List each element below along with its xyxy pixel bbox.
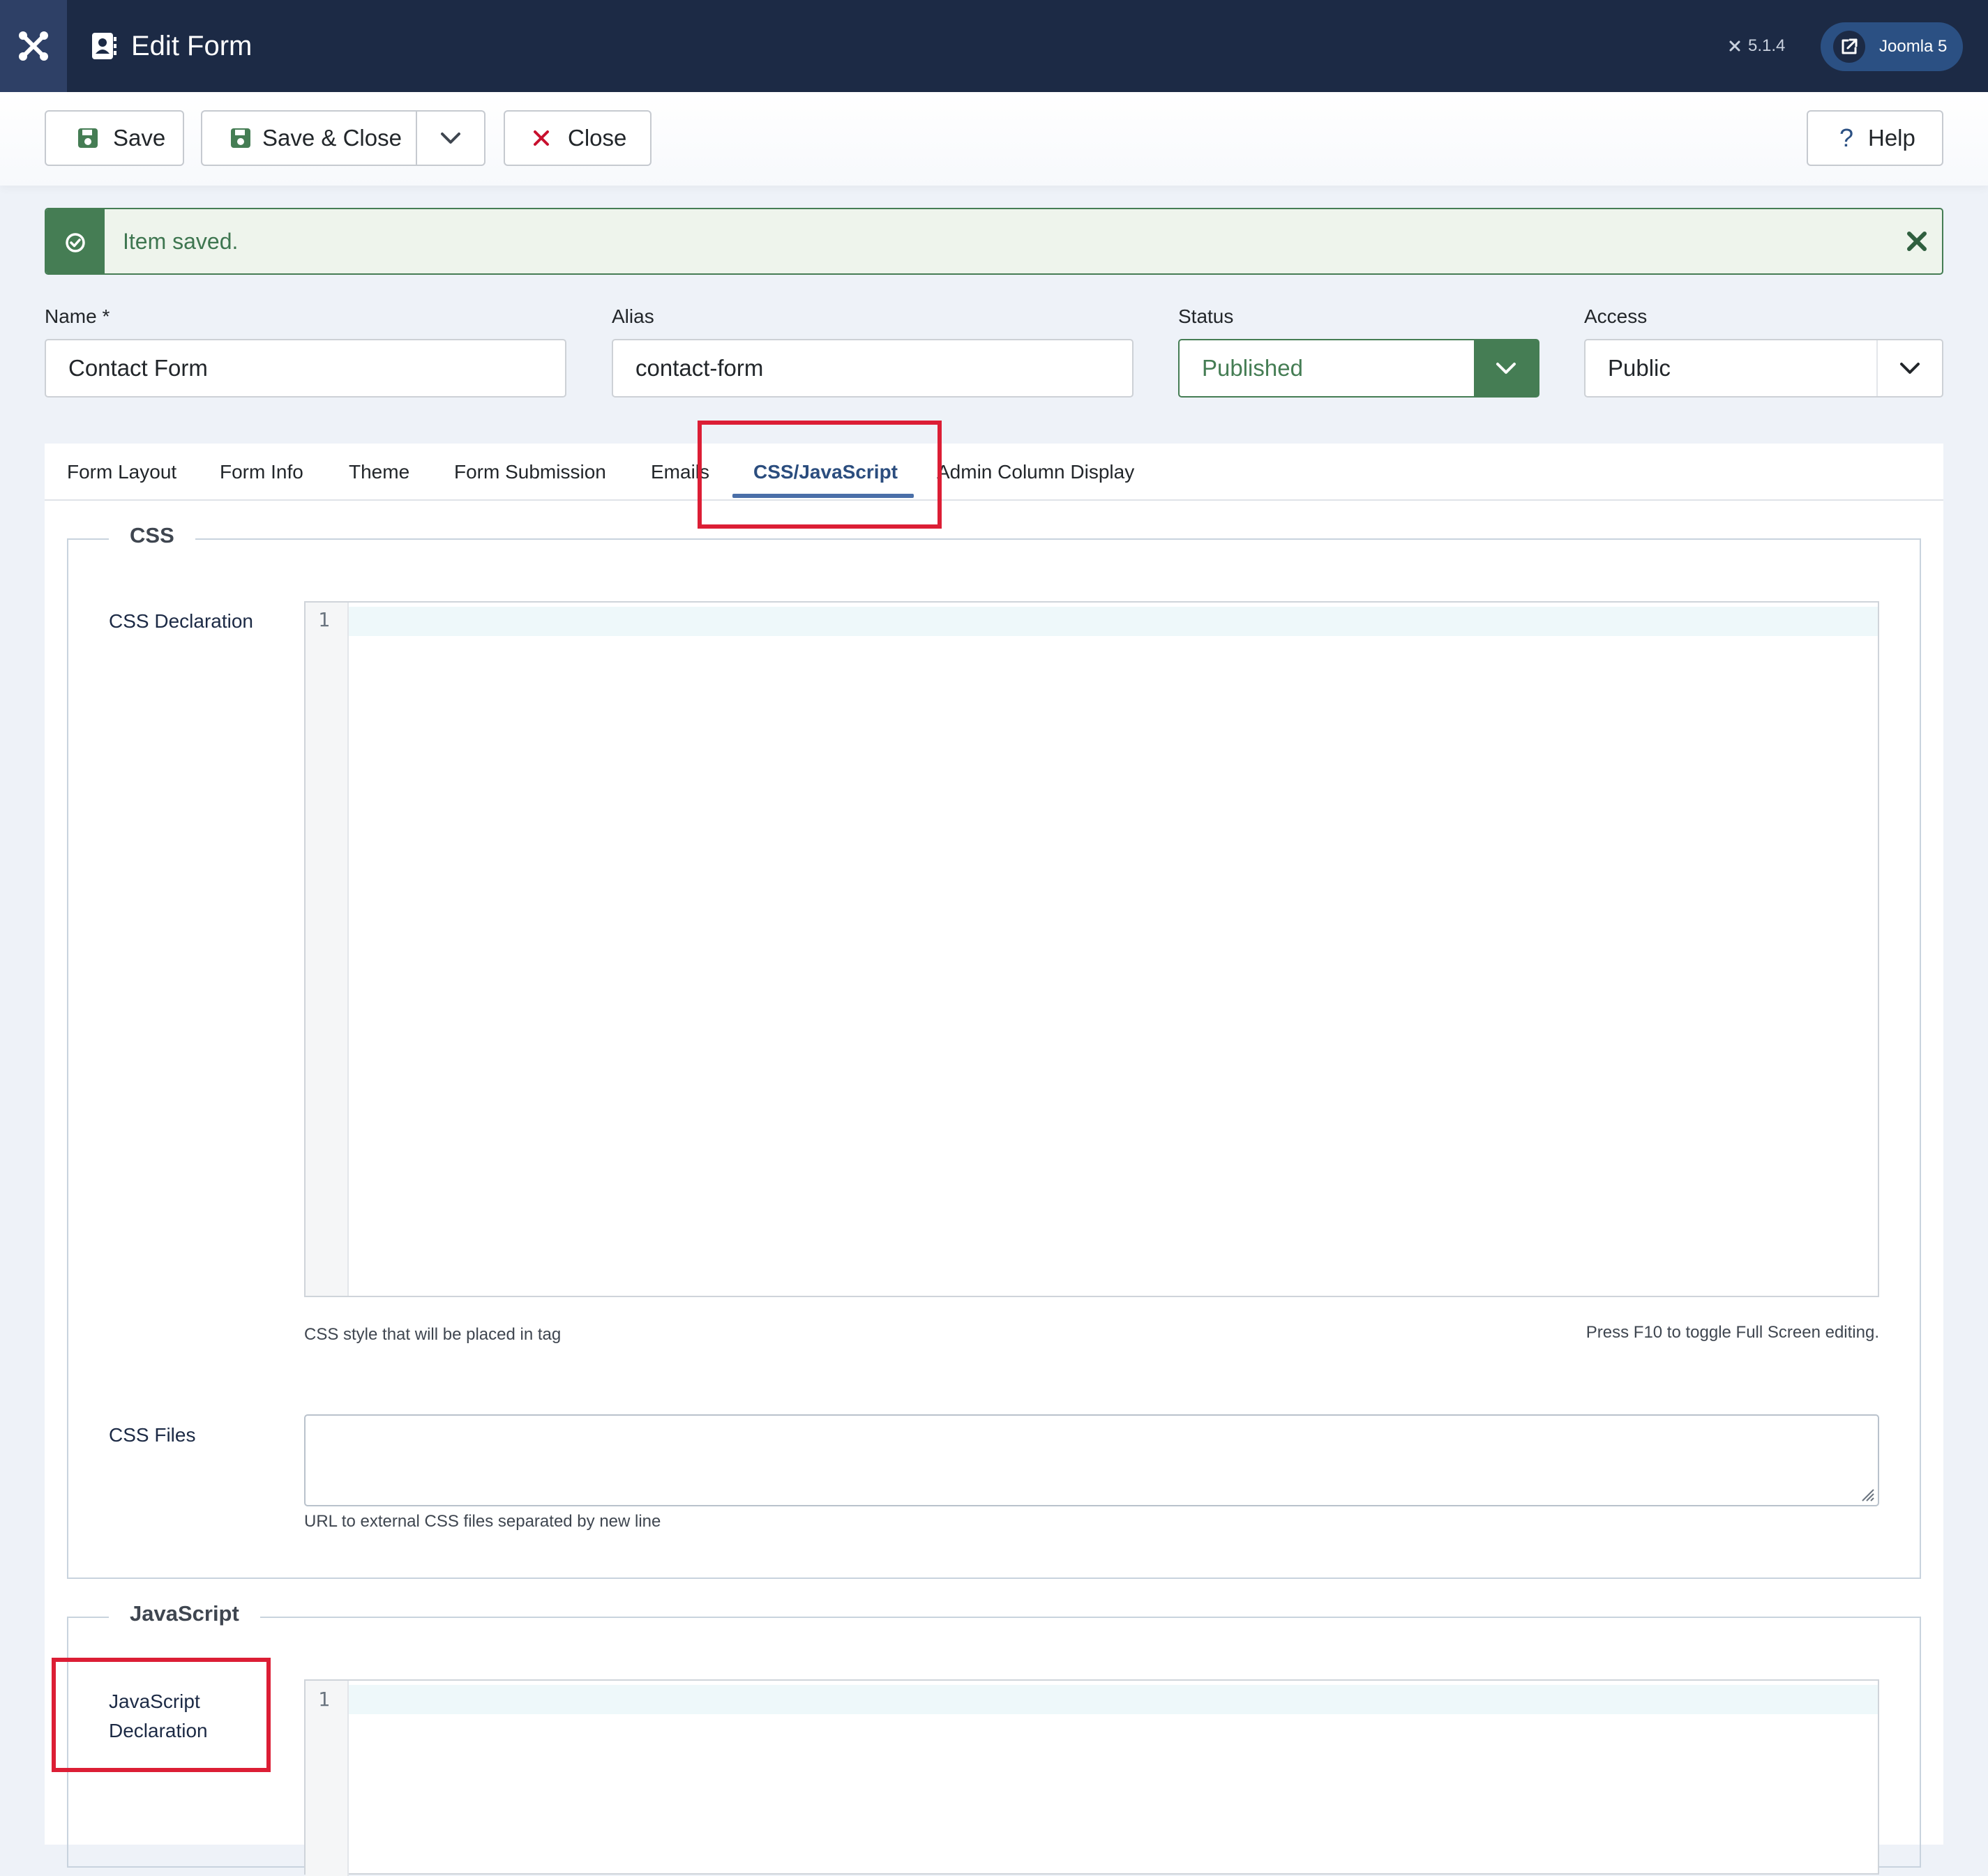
alert-message: Item saved. — [123, 228, 239, 254]
view-site-label: Joomla 5 — [1879, 37, 1948, 56]
chevron-down-icon — [441, 133, 460, 144]
tab-form-info[interactable]: Form Info — [220, 444, 303, 501]
css-files-hint: URL to external CSS files separated by n… — [304, 1512, 661, 1531]
close-button[interactable]: Close — [504, 110, 652, 166]
css-declaration-label: CSS Declaration — [109, 610, 253, 632]
status-select[interactable]: Published — [1178, 339, 1539, 398]
tab-theme[interactable]: Theme — [349, 444, 409, 501]
joomla-small-icon — [1729, 40, 1740, 52]
css-declaration-hint: CSS style that will be placed in tag — [304, 1325, 562, 1344]
tab-form-submission[interactable]: Form Submission — [454, 444, 606, 501]
page-title-text: Edit Form — [131, 30, 253, 61]
chevron-down-icon — [1876, 340, 1942, 396]
css-editor-gutter — [306, 603, 349, 1296]
tab-form-layout[interactable]: Form Layout — [67, 444, 176, 501]
annotation-box-javascript-declaration — [52, 1658, 271, 1772]
contact-card-icon — [92, 33, 116, 59]
css-files-label: CSS Files — [109, 1424, 196, 1446]
resize-handle-icon[interactable] — [1858, 1485, 1875, 1502]
help-label: Help — [1868, 125, 1915, 151]
access-value: Public — [1608, 355, 1671, 381]
alias-input[interactable]: contact-form — [612, 339, 1134, 398]
status-label: Status — [1178, 305, 1234, 327]
alias-value: contact-form — [635, 355, 764, 381]
close-label: Close — [568, 125, 627, 151]
save-close-label: Save & Close — [262, 125, 402, 151]
joomla-icon — [19, 31, 48, 61]
status-value: Published — [1202, 355, 1303, 381]
success-alert: Item saved. — [45, 208, 1943, 275]
version-indicator: 5.1.4 — [1727, 32, 1785, 60]
alias-label: Alias — [612, 305, 654, 327]
fullscreen-hint: Press F10 to toggle Full Screen editing. — [1586, 1323, 1879, 1342]
access-label: Access — [1584, 305, 1648, 327]
external-link-icon — [1833, 31, 1865, 63]
css-line-number: 1 — [318, 608, 330, 631]
javascript-legend: JavaScript — [109, 1601, 260, 1626]
joomla-logo[interactable] — [0, 0, 67, 92]
help-button[interactable]: ? Help — [1807, 110, 1943, 166]
alert-close-icon[interactable] — [1897, 222, 1936, 261]
version-text: 5.1.4 — [1748, 36, 1786, 55]
save-close-button[interactable]: Save & Close — [201, 110, 417, 166]
javascript-code-editor[interactable]: 1 — [304, 1679, 1879, 1876]
css-editor-active-line — [349, 607, 1878, 636]
name-label: Name * — [45, 305, 110, 327]
javascript-line-number: 1 — [318, 1688, 330, 1711]
close-x-icon — [505, 129, 578, 147]
tab-admin-column-display[interactable]: Admin Column Display — [937, 444, 1134, 501]
page-title: Edit Form — [91, 0, 252, 92]
check-circle-icon — [46, 209, 105, 273]
save-button[interactable]: Save — [45, 110, 184, 166]
css-files-textarea[interactable] — [304, 1414, 1879, 1506]
chevron-down-icon — [1474, 340, 1538, 396]
javascript-editor-active-line — [349, 1685, 1878, 1714]
annotation-box-css-javascript-tab — [698, 421, 942, 529]
save-dropdown-toggle[interactable] — [416, 110, 485, 166]
css-legend: CSS — [109, 523, 195, 548]
name-value: Contact Form — [68, 355, 208, 381]
save-label: Save — [113, 125, 166, 151]
name-input[interactable]: Contact Form — [45, 339, 566, 398]
view-site-button[interactable]: Joomla 5 — [1821, 22, 1963, 71]
access-select[interactable]: Public — [1584, 339, 1943, 398]
css-code-editor[interactable]: 1 — [304, 601, 1879, 1297]
top-header — [0, 0, 1988, 92]
